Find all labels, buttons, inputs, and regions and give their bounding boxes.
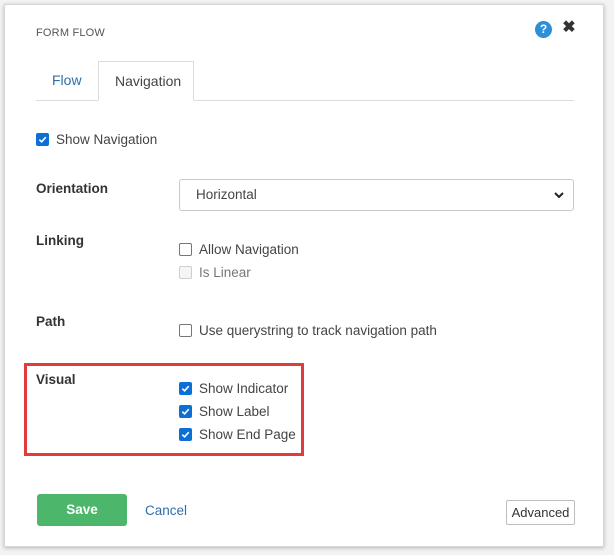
show-end-page-label: Show End Page: [199, 427, 296, 442]
orientation-value: Horizontal: [196, 187, 257, 202]
allow-navigation-row: Allow Navigation: [179, 242, 299, 257]
close-icon[interactable]: ✖: [561, 19, 577, 37]
orientation-select[interactable]: Horizontal: [179, 179, 574, 211]
allow-navigation-checkbox[interactable]: [179, 243, 192, 256]
querystring-row: Use querystring to track navigation path: [179, 323, 437, 338]
check-icon: [181, 385, 190, 393]
check-icon: [181, 408, 190, 416]
is-linear-checkbox: [179, 266, 192, 279]
linking-label: Linking: [36, 233, 84, 248]
path-label: Path: [36, 314, 66, 329]
allow-navigation-label: Allow Navigation: [199, 242, 299, 257]
show-end-page-checkbox[interactable]: [179, 428, 192, 441]
chevron-down-icon: [554, 192, 564, 199]
tab-navigation[interactable]: Navigation: [98, 61, 194, 101]
show-label-checkbox[interactable]: [179, 405, 192, 418]
show-navigation-label: Show Navigation: [56, 132, 158, 147]
show-label-label: Show Label: [199, 404, 270, 419]
show-indicator-row: Show Indicator: [179, 381, 288, 396]
visual-label: Visual: [36, 372, 76, 387]
show-indicator-label: Show Indicator: [199, 381, 289, 396]
querystring-label: Use querystring to track navigation path: [199, 323, 437, 338]
is-linear-row: Is Linear: [179, 265, 251, 280]
is-linear-label: Is Linear: [199, 265, 251, 280]
advanced-button[interactable]: Advanced: [506, 500, 575, 525]
show-label-row: Show Label: [179, 404, 270, 419]
show-navigation-checkbox[interactable]: [36, 133, 49, 146]
show-indicator-checkbox[interactable]: [179, 382, 192, 395]
tab-bar: Flow Navigation: [36, 61, 574, 101]
dialog-title: FORM FLOW: [36, 27, 106, 39]
show-navigation-row: Show Navigation: [36, 132, 157, 147]
check-icon: [181, 431, 190, 439]
show-end-page-row: Show End Page: [179, 427, 296, 442]
save-button[interactable]: Save: [37, 494, 127, 526]
querystring-checkbox[interactable]: [179, 324, 192, 337]
cancel-link[interactable]: Cancel: [145, 503, 187, 518]
form-flow-dialog: FORM FLOW ? ✖ Flow Navigation Show Navig…: [4, 4, 604, 547]
orientation-label: Orientation: [36, 181, 109, 196]
tab-flow[interactable]: Flow: [36, 61, 98, 100]
check-icon: [38, 136, 47, 144]
help-icon[interactable]: ?: [535, 21, 552, 38]
